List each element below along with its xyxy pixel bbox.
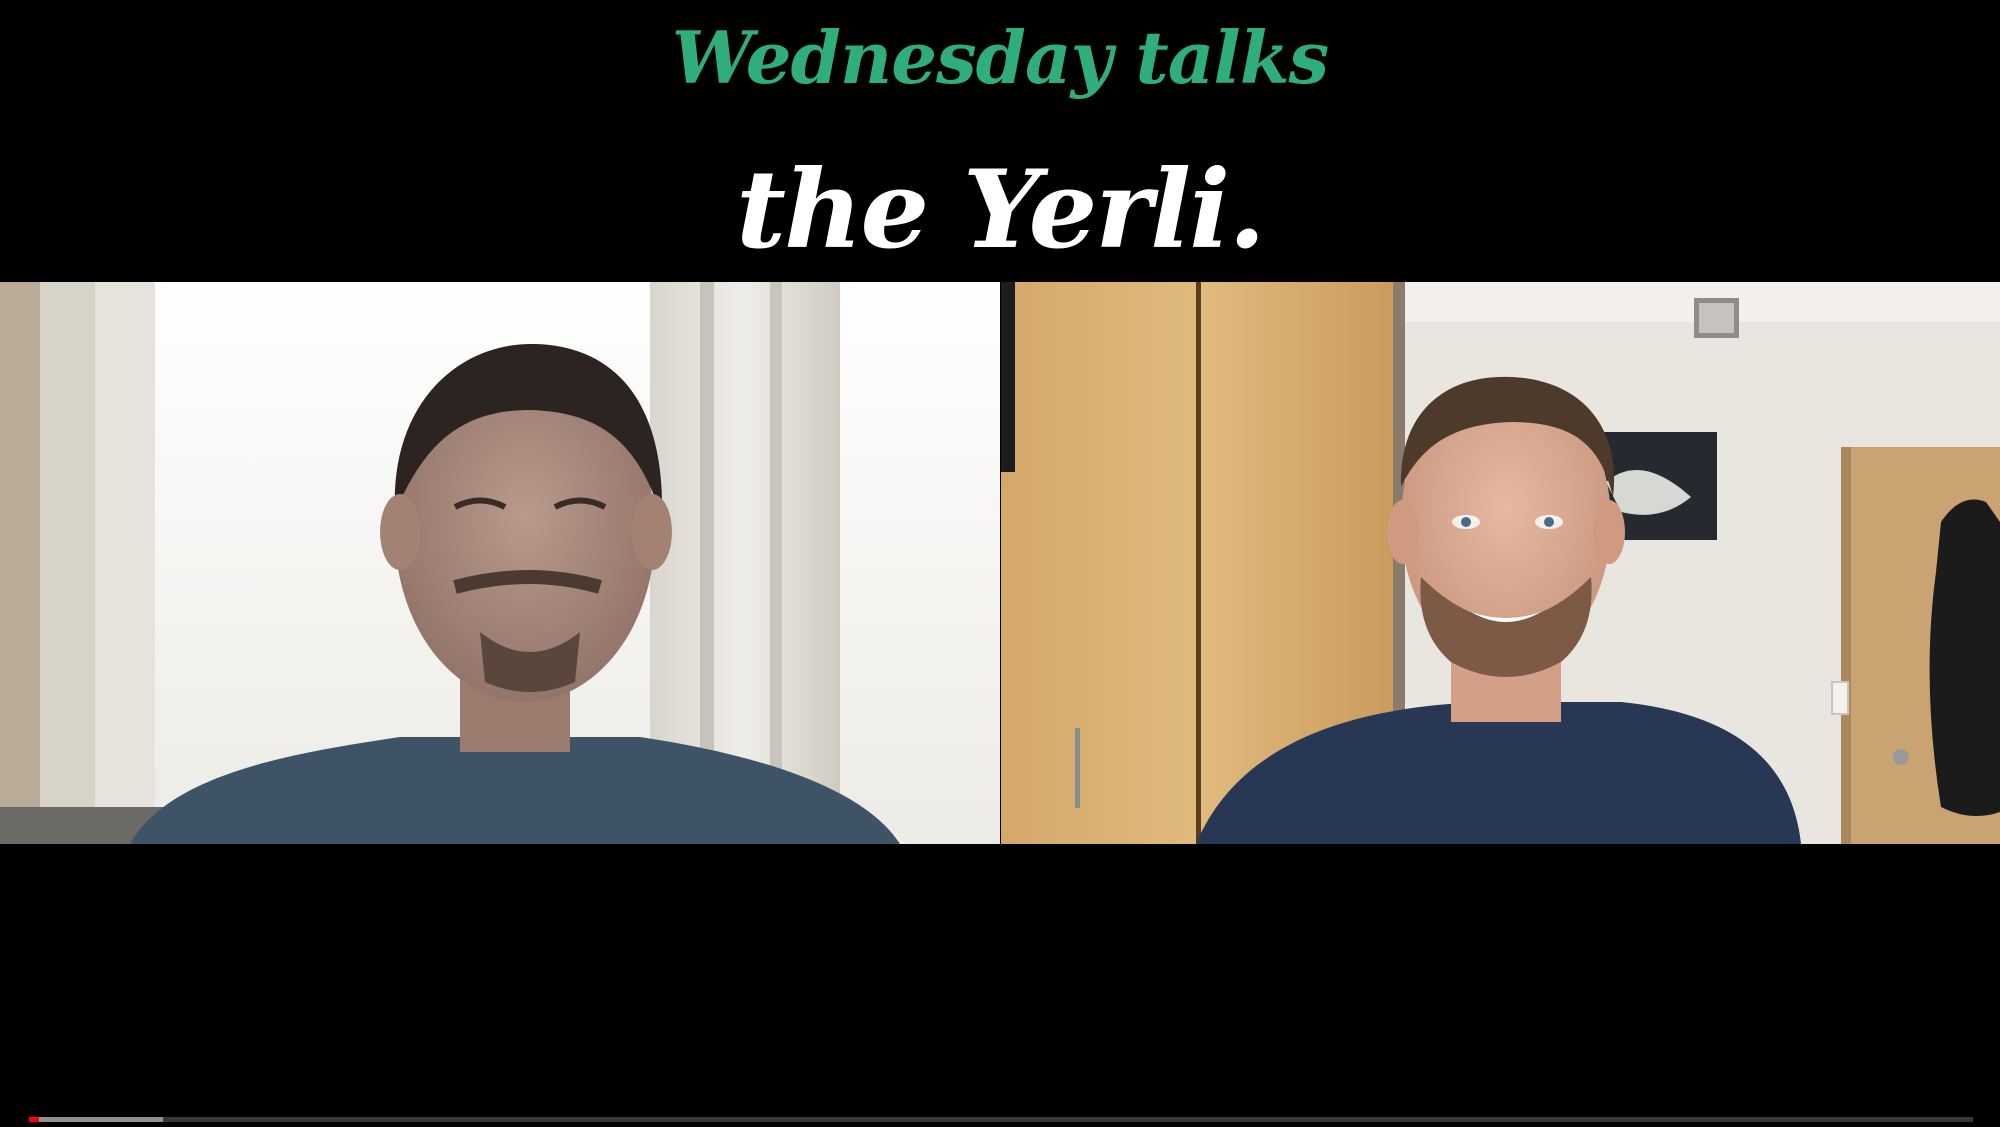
person-video-feed-icon <box>0 282 1000 844</box>
video-overlay-title: the Yerli. <box>736 147 1266 273</box>
video-overlay-subtitle: Wednesday talks <box>671 15 1329 100</box>
video-progress-bar[interactable] <box>29 1117 1973 1122</box>
participant-video-left <box>0 282 1000 844</box>
progress-buffered <box>29 1117 164 1122</box>
participant-video-right <box>1001 282 2000 844</box>
person-video-feed-icon <box>1001 282 2000 844</box>
video-player[interactable]: Wednesday talks the Yerli. <box>0 0 2000 1127</box>
progress-played <box>29 1117 39 1122</box>
